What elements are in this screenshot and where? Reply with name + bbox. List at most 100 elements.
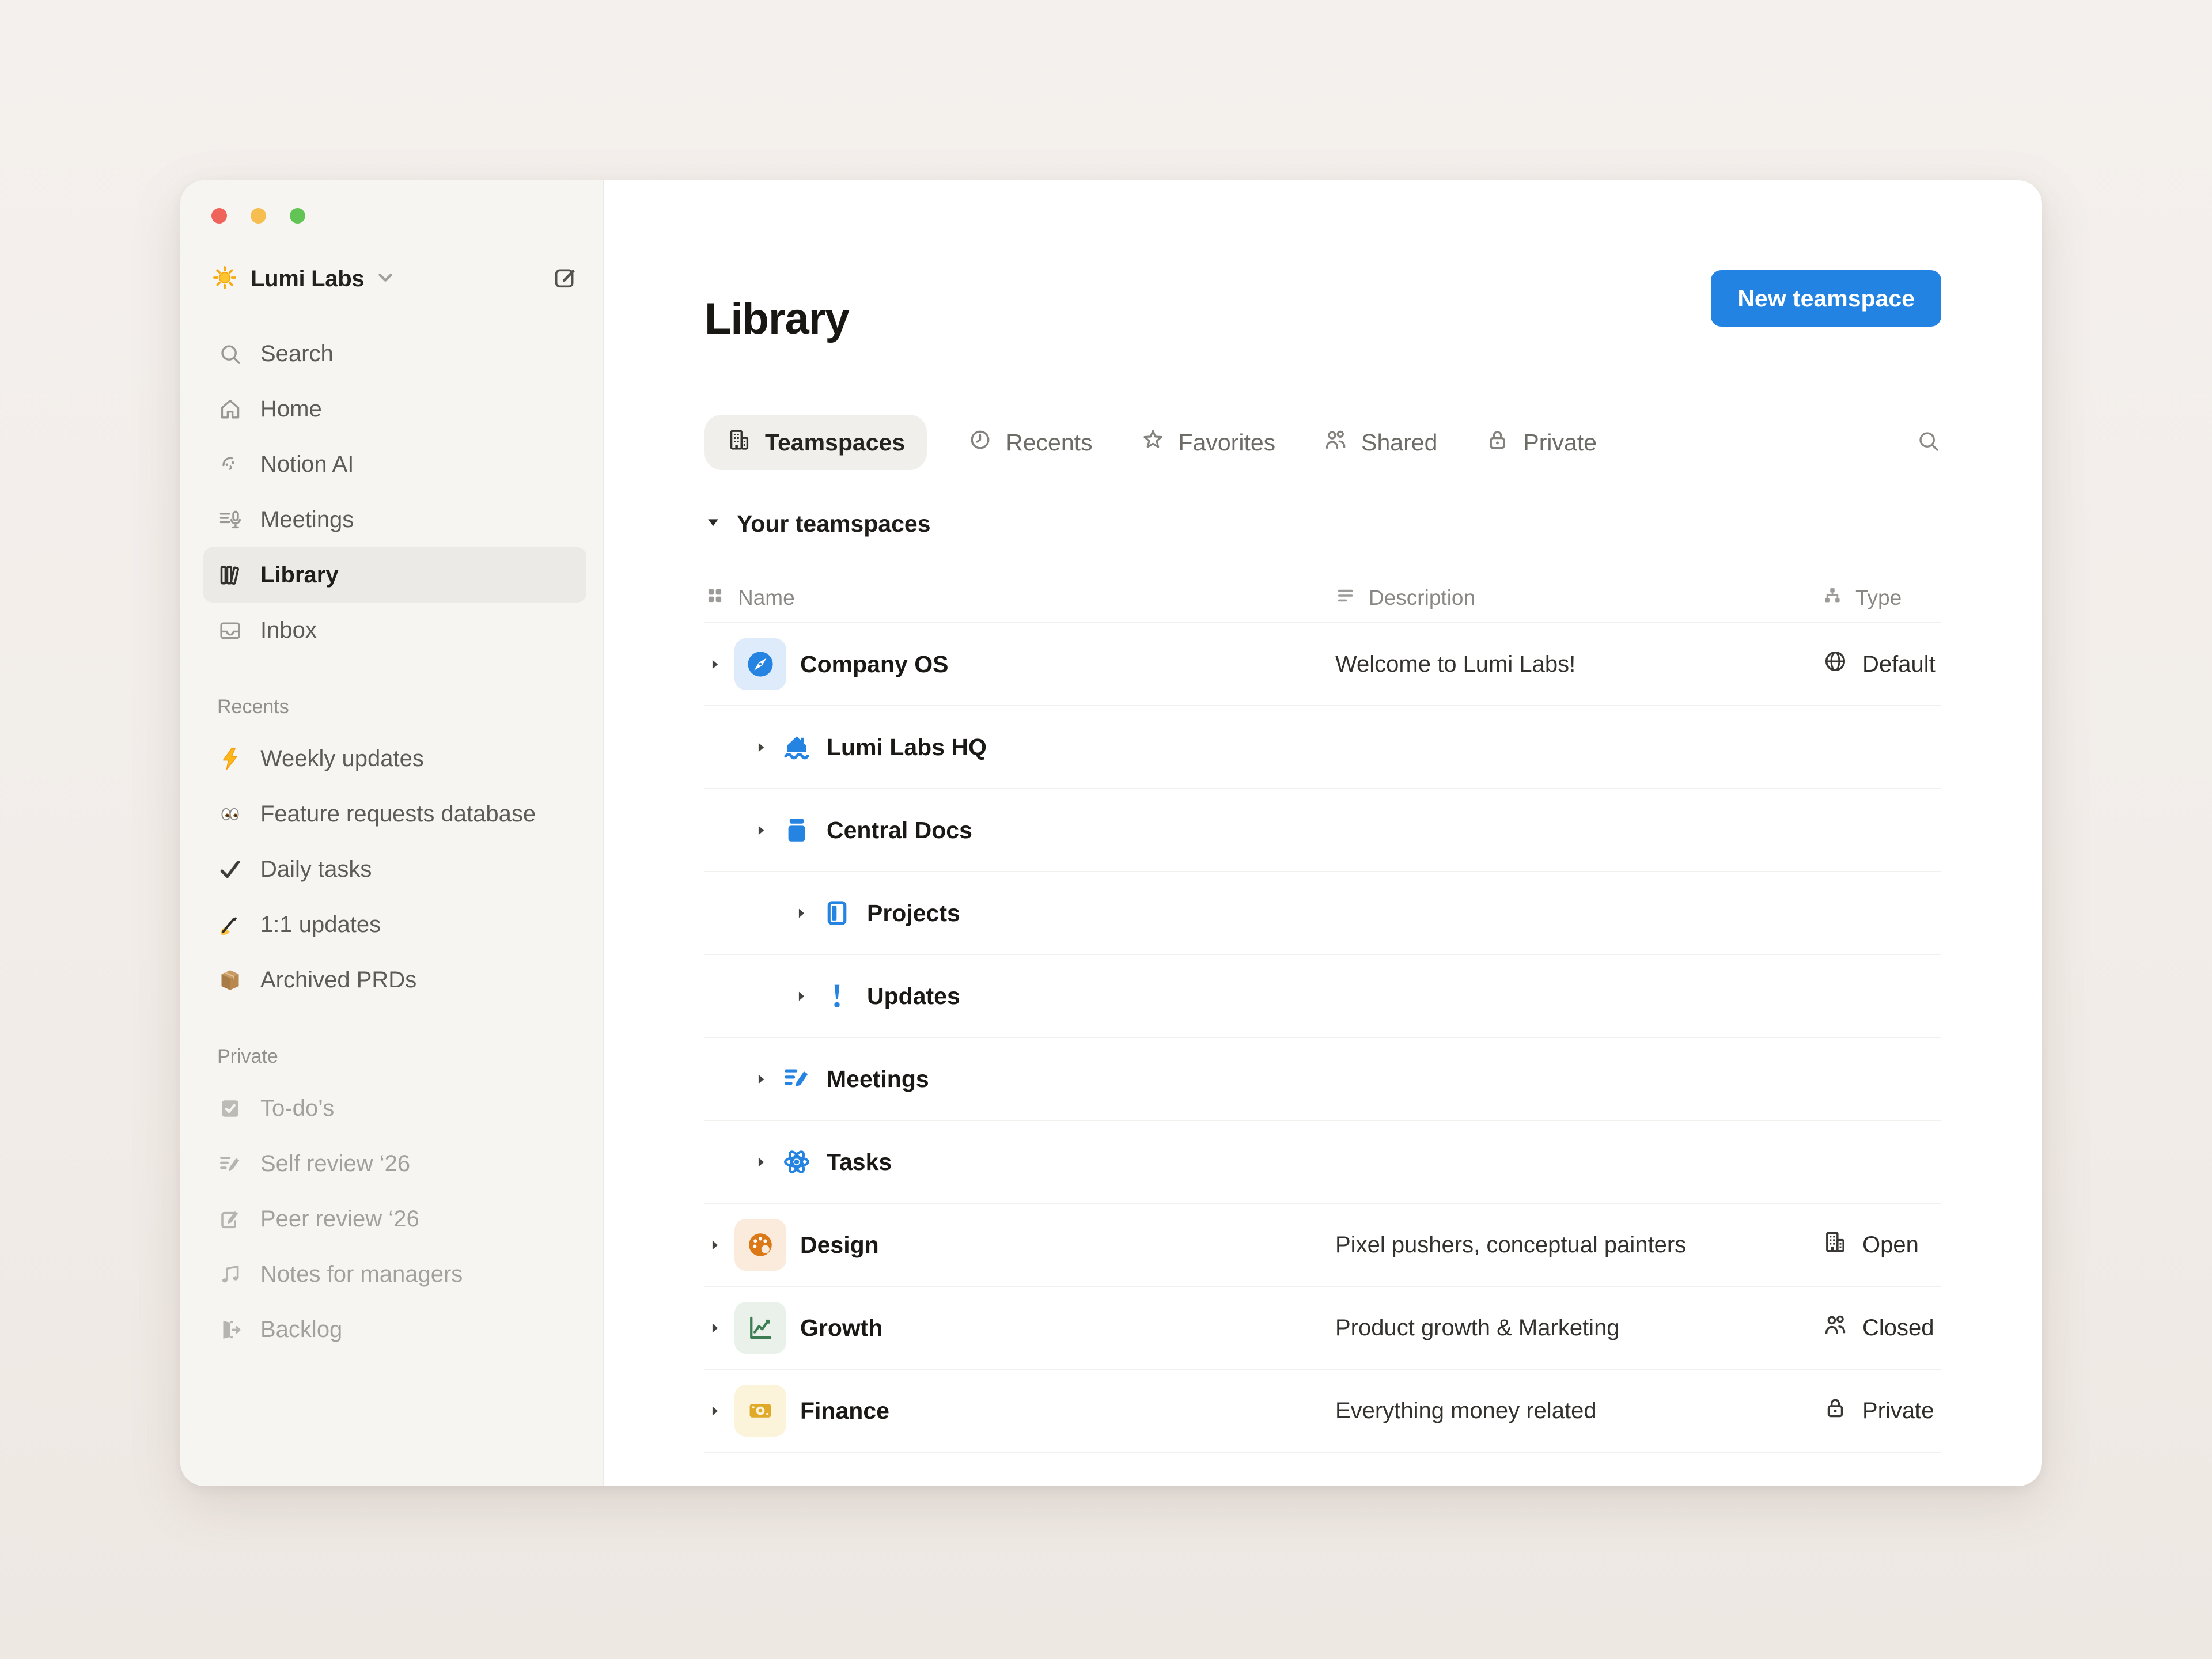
column-header-description[interactable]: Description [1335, 585, 1822, 611]
teamspace-description: Welcome to Lumi Labs! [1335, 652, 1822, 677]
sidebar-item-library[interactable]: Library [203, 547, 586, 603]
search-icon [1915, 428, 1941, 457]
sidebar-item-notes-for-managers[interactable]: Notes for managers [203, 1247, 586, 1302]
teamspace-type: Private [1822, 1395, 1941, 1427]
sidebar-item-backlog[interactable]: Backlog [203, 1302, 586, 1357]
sidebar-item-label: Archived PRDs [260, 967, 416, 993]
sidebar-item-1-1-updates[interactable]: 1:1 updates [203, 897, 586, 952]
org-tree-icon [1822, 585, 1843, 611]
sidebar-section-private: Private To-do’sSelf review ‘26Peer review… [203, 1046, 586, 1357]
archive-box-icon [781, 814, 813, 846]
teamspace-group-toggle[interactable]: Your teamspaces [704, 507, 1941, 540]
tab-teamspaces[interactable]: Teamspaces [704, 415, 927, 470]
square-pencil-icon [217, 1206, 243, 1232]
building-icon [726, 427, 752, 459]
palette-icon [734, 1219, 786, 1271]
bolt-icon [217, 746, 243, 772]
check-icon [217, 857, 243, 882]
teamspace-name: Design [800, 1232, 879, 1259]
table-row-meetings[interactable]: Meetings [704, 1038, 1941, 1121]
expand-arrow[interactable] [751, 1154, 770, 1170]
teamspace-name-cell: Company OS [704, 638, 1335, 690]
sidebar-item-search[interactable]: Search [203, 326, 586, 381]
table-row-company-os[interactable]: Company OS Welcome to Lumi Labs!Default [704, 623, 1941, 706]
table-row-central-docs[interactable]: Central Docs [704, 789, 1941, 872]
table-row-design[interactable]: DesignPixel pushers, conceptual painters… [704, 1204, 1941, 1287]
teamspace-name: Lumi Labs HQ [827, 734, 987, 761]
expand-arrow[interactable] [751, 1071, 770, 1087]
column-header-label: Name [738, 586, 795, 610]
panel-icon [821, 897, 853, 929]
tab-label: Private [1523, 429, 1597, 456]
new-teamspace-button[interactable]: New teamspace [1711, 270, 1941, 327]
sidebar-item-label: Search [260, 341, 334, 367]
expand-arrow[interactable] [791, 988, 810, 1004]
teamspace-type: Default [1822, 648, 1941, 680]
list-pencil-gray-icon [217, 1151, 243, 1177]
tab-label: Recents [1006, 429, 1092, 456]
exclamation-icon [821, 980, 853, 1012]
tab-favorites[interactable]: Favorites [1133, 415, 1283, 470]
package-icon [217, 967, 243, 993]
sidebar-item-meetings[interactable]: Meetings [203, 492, 586, 547]
compass-icon [734, 638, 786, 690]
sidebar-item-peer-review-26[interactable]: Peer review ‘26 [203, 1191, 586, 1247]
column-header-type[interactable]: Type [1822, 585, 1941, 611]
teamspace-name: Updates [867, 983, 960, 1010]
teamspace-name: Meetings [827, 1066, 929, 1093]
tab-list: Teamspaces Recents Favorites Shared Private [704, 415, 1604, 470]
teamspace-type-label: Private [1862, 1398, 1934, 1424]
new-page-button[interactable] [552, 264, 578, 294]
expand-arrow[interactable] [704, 1403, 724, 1419]
sidebar-item-inbox[interactable]: Inbox [203, 603, 586, 658]
sidebar-item-self-review-26[interactable]: Self review ‘26 [203, 1136, 586, 1191]
column-header-name[interactable]: Name [704, 585, 1335, 611]
sidebar-item-home[interactable]: Home [203, 381, 586, 437]
teamspace-name: Company OS [800, 651, 948, 678]
compose-icon [552, 264, 578, 294]
eyes-icon [217, 801, 243, 827]
table-row-finance[interactable]: FinanceEverything money relatedPrivate [704, 1370, 1941, 1453]
tab-private[interactable]: Private [1478, 415, 1604, 470]
sidebar-item-to-do-s[interactable]: To-do’s [203, 1081, 586, 1136]
sidebar-item-daily-tasks[interactable]: Daily tasks [203, 842, 586, 897]
teamspace-name-cell: Finance [704, 1385, 1335, 1437]
sidebar-item-notion-ai[interactable]: Notion AI [203, 437, 586, 492]
table-row-growth[interactable]: GrowthProduct growth & MarketingClosed [704, 1287, 1941, 1370]
minimize-window-button[interactable] [251, 208, 266, 224]
expand-arrow[interactable] [704, 1237, 724, 1253]
triangle-down-icon [704, 514, 722, 534]
tab-recents[interactable]: Recents [960, 415, 1099, 470]
teamspace-table-body: Company OS Welcome to Lumi Labs!Default Lu… [704, 623, 1941, 1453]
section-title: Private [203, 1046, 586, 1068]
chevron-down-icon [372, 264, 399, 294]
tab-shared[interactable]: Shared [1316, 415, 1444, 470]
workspace-switcher[interactable]: Lumi Labs [203, 257, 586, 301]
expand-arrow[interactable] [751, 823, 770, 838]
door-exit-icon [217, 1317, 243, 1343]
sidebar-item-archived-prds[interactable]: Archived PRDs [203, 952, 586, 1007]
expand-arrow[interactable] [704, 657, 724, 672]
table-search-button[interactable] [1915, 428, 1941, 457]
sidebar-item-weekly-updates[interactable]: Weekly updates [203, 731, 586, 786]
teamspace-name-cell: Design [704, 1219, 1335, 1271]
table-row-updates[interactable]: Updates [704, 955, 1941, 1038]
sidebar: Lumi Labs Search HomeNotion AIMeetingsLib… [180, 180, 604, 1486]
people-icon [1822, 1312, 1849, 1344]
table-row-projects[interactable]: Projects [704, 872, 1941, 955]
meetings-icon [217, 507, 243, 533]
expand-arrow[interactable] [791, 906, 810, 921]
atom-icon [781, 1146, 813, 1178]
table-row-lumi-labs-hq[interactable]: Lumi Labs HQ [704, 706, 1941, 789]
table-row-tasks[interactable]: Tasks [704, 1121, 1941, 1204]
close-window-button[interactable] [211, 208, 227, 224]
teamspace-description: Product growth & Marketing [1335, 1315, 1822, 1341]
expand-arrow[interactable] [704, 1320, 724, 1336]
teamspace-name: Tasks [827, 1149, 892, 1176]
zoom-window-button[interactable] [290, 208, 305, 224]
sidebar-item-label: Backlog [260, 1317, 342, 1343]
notion-ai-icon [217, 452, 243, 478]
sidebar-item-feature-requests-database[interactable]: Feature requests database [203, 786, 586, 842]
expand-arrow[interactable] [751, 740, 770, 755]
app-window: Lumi Labs SearchHomeNotion AIMeetingsLib… [180, 180, 2042, 1486]
